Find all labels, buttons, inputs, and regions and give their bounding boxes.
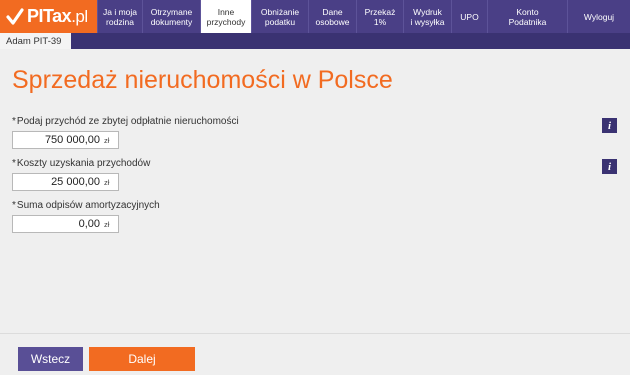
back-button[interactable]: Wstecz	[18, 347, 83, 371]
koszty-input[interactable]: 25 000,00 zł	[12, 173, 119, 191]
nav-item-obnizanie-podatku[interactable]: Obniżanie podatku	[251, 0, 308, 33]
przychod-value: 750 000,00	[44, 134, 100, 146]
nav-item-dane-osobowe[interactable]: Dane osobowe	[308, 0, 356, 33]
nav-item-ja-i-moja-rodzina[interactable]: Ja i moja rodzina	[97, 0, 142, 33]
nav-item-konto-podatnika[interactable]: Konto Podatnika	[487, 0, 567, 33]
logo-text: PITax.pl	[27, 6, 88, 26]
amortyzacja-input[interactable]: 0,00 zł	[12, 215, 119, 233]
pitax-logo[interactable]: PITax.pl	[0, 0, 97, 33]
nav-item-upo[interactable]: UPO	[451, 0, 487, 33]
checkmark-logo-icon	[6, 7, 24, 26]
page-title: Sprzedaż nieruchomości w Polsce	[12, 66, 393, 94]
currency-unit: zł	[104, 135, 110, 145]
nav-item-otrzymane-dokumenty[interactable]: Otrzymane dokumenty	[142, 0, 200, 33]
form-tabs-bar: Adam PIT-39	[0, 33, 630, 49]
currency-unit: zł	[104, 219, 110, 229]
main-menu: Ja i moja rodzina Otrzymane dokumenty Inne…	[97, 0, 630, 33]
nav-item-przekaz-1-procent[interactable]: Przekaż 1%	[356, 0, 403, 33]
tab-adam-pit-39[interactable]: Adam PIT-39	[0, 33, 71, 49]
field-label-przychod: *Podaj przychód ze zbytej odpłatnie nier…	[12, 116, 239, 127]
przychod-input[interactable]: 750 000,00 zł	[12, 131, 119, 149]
currency-unit: zł	[104, 177, 110, 187]
nav-item-wydruk-i-wysylka[interactable]: Wydruk i wysyłka	[403, 0, 451, 33]
nav-item-wyloguj[interactable]: Wyloguj	[567, 0, 630, 33]
koszty-value: 25 000,00	[51, 176, 100, 188]
footer-divider	[0, 333, 630, 334]
top-navigation-bar: PITax.pl Ja i moja rodzina Otrzymane dokum…	[0, 0, 630, 33]
field-label-amortyzacja: *Suma odpisów amortyzacyjnych	[12, 200, 160, 211]
info-icon[interactable]: i	[602, 118, 617, 133]
next-button[interactable]: Dalej	[89, 347, 195, 371]
nav-item-inne-przychody[interactable]: Inne przychody	[200, 0, 251, 33]
info-icon[interactable]: i	[602, 159, 617, 174]
amortyzacja-value: 0,00	[78, 218, 100, 230]
field-label-koszty: *Koszty uzyskania przychodów	[12, 158, 151, 169]
